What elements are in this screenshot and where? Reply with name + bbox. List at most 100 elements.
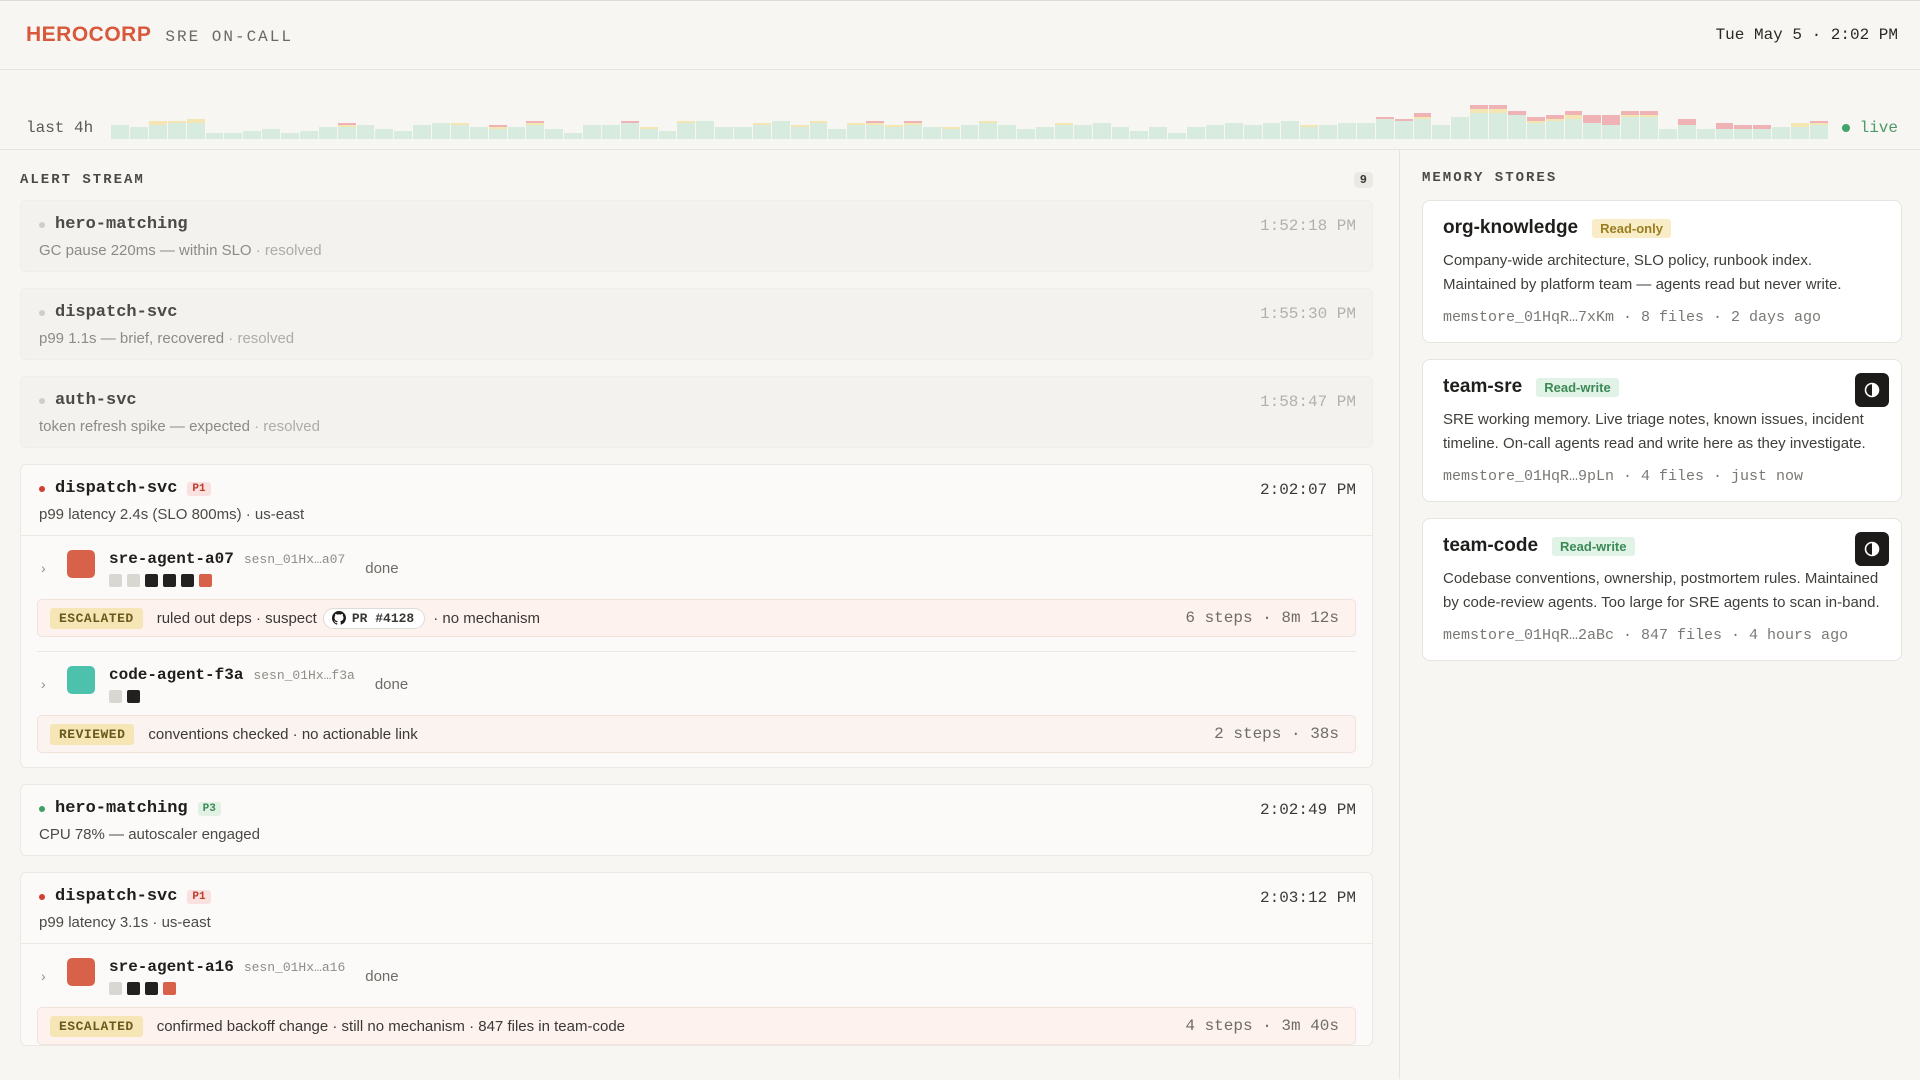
priority-badge: P3 bbox=[197, 801, 221, 816]
sparkline-bar bbox=[281, 133, 299, 139]
sparkline-bar bbox=[1281, 121, 1300, 139]
verdict-summary: conventions checked · no actionable link bbox=[148, 725, 418, 743]
sparkline-bar bbox=[1036, 127, 1054, 139]
verdict-badge: ESCALATED bbox=[50, 607, 143, 629]
sparkline-bar bbox=[1545, 115, 1564, 139]
alert-card[interactable]: dispatch-svc P1 p99 latency 3.1s · us-ea… bbox=[20, 872, 1373, 1046]
memory-store-card[interactable]: team-sre Read-write SRE working memory. … bbox=[1422, 359, 1902, 502]
session-id: sesn_01Hx…a16 bbox=[243, 960, 346, 975]
chevron-right-icon[interactable]: › bbox=[41, 968, 67, 984]
memory-store-card[interactable]: team-code Read-write Codebase convention… bbox=[1422, 518, 1902, 661]
alert-card[interactable]: hero-matching GC pause 220ms — within SL… bbox=[20, 200, 1373, 272]
sparkline-bar bbox=[1451, 117, 1470, 139]
sparkline-bar bbox=[1489, 105, 1507, 139]
agent-avatar bbox=[67, 666, 95, 694]
step-icon bbox=[127, 574, 140, 587]
alert-service: auth-svc bbox=[55, 391, 137, 410]
sparkline-bar bbox=[1187, 127, 1205, 139]
sparkline-bar bbox=[564, 133, 583, 139]
sparkline-bar bbox=[1715, 123, 1734, 139]
agent-name: code-agent-f3a bbox=[109, 666, 244, 684]
live-indicator[interactable]: live bbox=[1841, 119, 1898, 137]
alert-description: p99 latency 2.4s (SLO 800ms) · us-east bbox=[39, 506, 305, 523]
store-meta: memstore_01HqR…9pLn · 4 files · just now bbox=[1443, 468, 1804, 485]
sparkline-bar bbox=[1526, 117, 1545, 139]
sparkline-bar bbox=[1130, 131, 1149, 139]
sparkline-bar bbox=[1791, 123, 1809, 139]
store-description: SRE working memory. Live triage notes, k… bbox=[1443, 411, 1866, 452]
sparkline-bar bbox=[1300, 125, 1319, 139]
sparkline-bar bbox=[507, 127, 526, 139]
sparkline-bar bbox=[847, 123, 866, 139]
sparkline-bar bbox=[337, 123, 356, 139]
alert-stream-panel: ALERT STREAM 9 hero-matching GC pause 22… bbox=[0, 150, 1400, 1079]
alert-time: 2:02:49 PM bbox=[1259, 801, 1356, 819]
verdict-summary: ruled out deps · suspect bbox=[156, 609, 317, 627]
store-description: Company-wide architecture, SLO policy, r… bbox=[1443, 252, 1842, 293]
sparkline-bar bbox=[903, 121, 922, 139]
pr-link[interactable]: PR #4128 bbox=[322, 607, 426, 629]
sparkline-bar bbox=[1092, 123, 1111, 139]
alert-description: p99 latency 3.1s · us-east bbox=[39, 914, 211, 931]
verdict-summary-tail: · no mechanism bbox=[433, 609, 540, 627]
agent-verdict: ESCALATED confirmed backoff change · sti… bbox=[37, 1007, 1356, 1045]
sparkline-bar bbox=[413, 125, 432, 139]
alert-time: 2:03:12 PM bbox=[1259, 889, 1356, 907]
store-description: Codebase conventions, ownership, postmor… bbox=[1443, 570, 1880, 611]
top-bar: HEROCORP SRE ON-CALL Tue May 5 · 2:02 PM bbox=[0, 0, 1920, 70]
sparkline-bar bbox=[1054, 123, 1073, 139]
sparkline-bar bbox=[734, 127, 752, 139]
sparkline-bar bbox=[1338, 123, 1356, 139]
sparkline-bar bbox=[639, 127, 658, 139]
alert-card[interactable]: dispatch-svc P1 p99 latency 2.4s (SLO 80… bbox=[20, 464, 1373, 768]
sparkline-bar bbox=[1413, 113, 1432, 139]
contrast-toggle-button[interactable] bbox=[1855, 532, 1889, 566]
sparkline-bar bbox=[1696, 129, 1715, 139]
alert-description: GC pause 220ms — within SLO · resolved bbox=[39, 242, 322, 259]
alert-service: hero-matching bbox=[55, 799, 188, 818]
agent-run[interactable]: › sre-agent-a07 sesn_01Hx…a07 done ESCALA… bbox=[37, 536, 1356, 652]
step-icon bbox=[109, 574, 122, 587]
sparkline-bar bbox=[1394, 119, 1413, 139]
step-indicators bbox=[109, 982, 345, 995]
sparkline-bar bbox=[790, 125, 809, 139]
agent-status: done bbox=[365, 560, 399, 577]
alert-card[interactable]: auth-svc token refresh spike — expected … bbox=[20, 376, 1373, 448]
alert-card[interactable]: dispatch-svc p99 1.1s — brief, recovered… bbox=[20, 288, 1373, 360]
contrast-toggle-button[interactable] bbox=[1855, 373, 1889, 407]
agent-name: sre-agent-a07 bbox=[109, 550, 234, 568]
sparkline-bar bbox=[1602, 115, 1621, 139]
sparkline-bar bbox=[205, 133, 224, 139]
sparkline-bar bbox=[979, 121, 998, 139]
status-dot-icon bbox=[39, 309, 45, 316]
agent-runs: › sre-agent-a16 sesn_01Hx…a16 done ESCALA… bbox=[21, 943, 1372, 1045]
agent-status: done bbox=[374, 676, 409, 693]
run-stats: 4 steps · 3m 40s bbox=[1185, 1017, 1339, 1035]
sparkline-bar bbox=[696, 121, 715, 139]
half-circle-icon bbox=[1864, 382, 1880, 398]
live-label: live bbox=[1859, 119, 1898, 137]
sparkline-bar bbox=[771, 121, 790, 139]
agent-run[interactable]: › code-agent-f3a sesn_01Hx…f3a done REVIE… bbox=[37, 652, 1356, 753]
chevron-right-icon[interactable]: › bbox=[41, 560, 67, 576]
run-stats: 6 steps · 8m 12s bbox=[1185, 609, 1339, 627]
sparkline-bar bbox=[111, 125, 130, 139]
alert-description: CPU 78% — autoscaler engaged bbox=[39, 826, 260, 843]
chevron-right-icon[interactable]: › bbox=[41, 676, 67, 692]
sparkline-bar bbox=[885, 125, 903, 139]
memory-store-card[interactable]: org-knowledge Read-only Company-wide arc… bbox=[1422, 200, 1902, 343]
sparkline-bar bbox=[1507, 111, 1526, 139]
alert-card[interactable]: hero-matching P3 CPU 78% — autoscaler en… bbox=[20, 784, 1373, 856]
agent-status: done bbox=[365, 968, 399, 985]
alert-service: dispatch-svc bbox=[55, 303, 178, 322]
sparkline-bar bbox=[1470, 105, 1489, 139]
sparkline-bar bbox=[130, 127, 148, 139]
sparkline-bar bbox=[545, 129, 564, 139]
alert-description: p99 1.1s — brief, recovered · resolved bbox=[39, 330, 295, 347]
sparkline-bar bbox=[752, 123, 771, 139]
sparkline-bars bbox=[111, 93, 1828, 139]
store-name: team-sre bbox=[1443, 376, 1523, 397]
alert-time: 1:55:30 PM bbox=[1259, 305, 1356, 323]
agent-run[interactable]: › sre-agent-a16 sesn_01Hx…a16 done ESCALA… bbox=[37, 944, 1356, 1045]
sparkline-bar bbox=[1017, 129, 1036, 139]
